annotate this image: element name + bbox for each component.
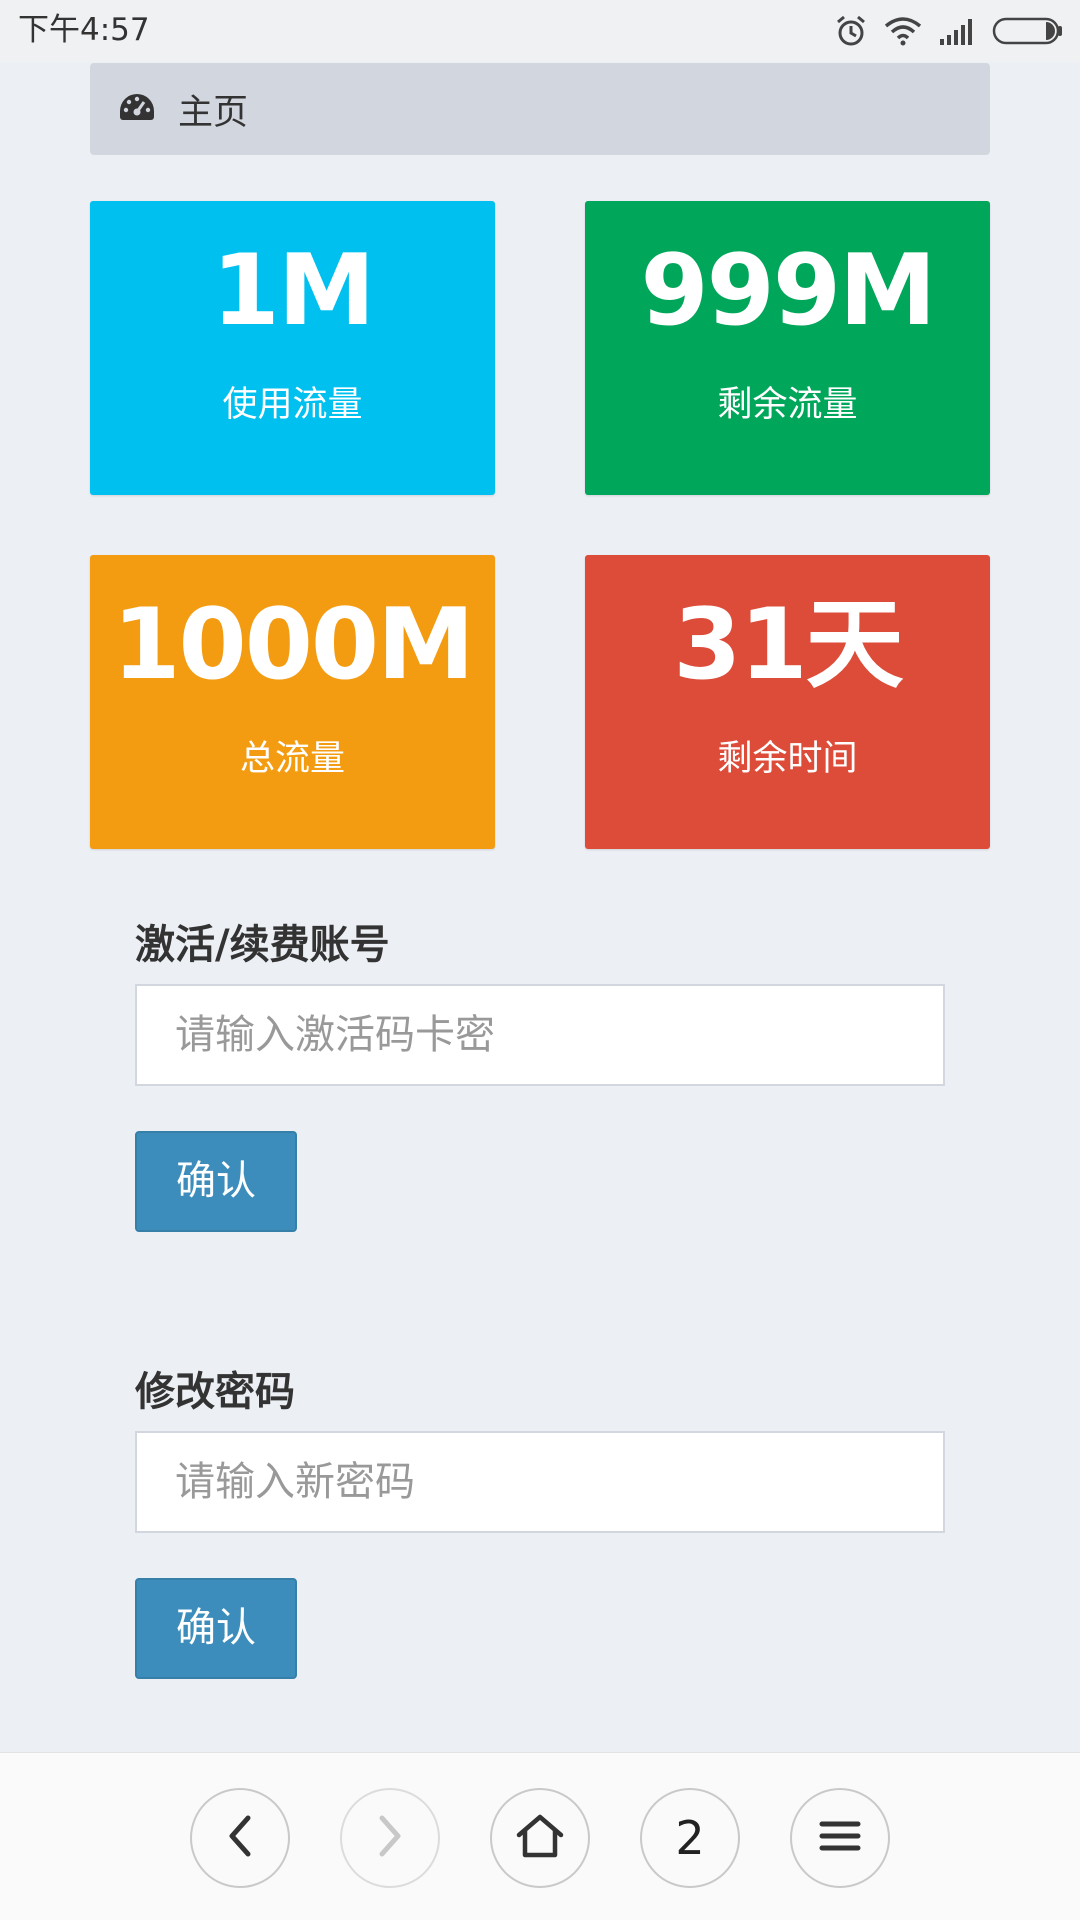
menu-button[interactable] <box>790 1788 890 1888</box>
forward-button[interactable] <box>340 1788 440 1888</box>
dashboard-icon <box>118 92 178 126</box>
back-button[interactable] <box>190 1788 290 1888</box>
stat-box-total-traffic: 1000M 总流量 <box>90 555 495 849</box>
browser-bottom-nav: 2 <box>0 1752 1080 1920</box>
stat-value: 999M <box>640 234 936 348</box>
activate-section-title: 激活/续费账号 <box>135 922 390 968</box>
activation-code-input[interactable] <box>135 984 945 1086</box>
signal-icon <box>938 17 976 45</box>
battery-icon <box>992 16 1064 46</box>
hamburger-menu-icon <box>818 1818 862 1858</box>
status-bar: 下午4:57 <box>0 0 1080 62</box>
stat-box-remaining-traffic: 999M 剩余流量 <box>585 201 990 495</box>
password-confirm-button[interactable]: 确认 <box>135 1578 297 1679</box>
stat-label: 总流量 <box>239 739 345 779</box>
stat-box-remaining-time: 31天 剩余时间 <box>585 555 990 849</box>
stat-value: 1M <box>211 234 376 348</box>
stat-box-used-traffic: 1M 使用流量 <box>90 201 495 495</box>
password-section-title: 修改密码 <box>135 1369 295 1415</box>
page-content: 主页 1M 使用流量 999M 剩余流量 1000M 总流量 31天 剩余时间 … <box>0 62 1080 1752</box>
alarm-icon <box>834 14 868 48</box>
breadcrumb-home-label: 主页 <box>178 92 249 133</box>
stat-value: 1000M <box>112 588 474 702</box>
stat-label: 使用流量 <box>222 385 363 425</box>
stat-value: 31天 <box>673 588 903 702</box>
breadcrumb[interactable]: 主页 <box>90 63 990 155</box>
home-button[interactable] <box>490 1788 590 1888</box>
stat-label: 剩余时间 <box>717 739 858 779</box>
chevron-right-icon <box>370 1812 410 1864</box>
activate-confirm-button[interactable]: 确认 <box>135 1131 297 1232</box>
status-time: 下午4:57 <box>18 12 150 48</box>
new-password-input[interactable] <box>135 1431 945 1533</box>
chevron-left-icon <box>220 1812 260 1864</box>
tab-count: 2 <box>675 1811 705 1865</box>
status-icons <box>834 12 1064 50</box>
home-icon <box>515 1813 565 1863</box>
stat-label: 剩余流量 <box>717 385 858 425</box>
wifi-icon <box>884 16 922 46</box>
tabs-button[interactable]: 2 <box>640 1788 740 1888</box>
